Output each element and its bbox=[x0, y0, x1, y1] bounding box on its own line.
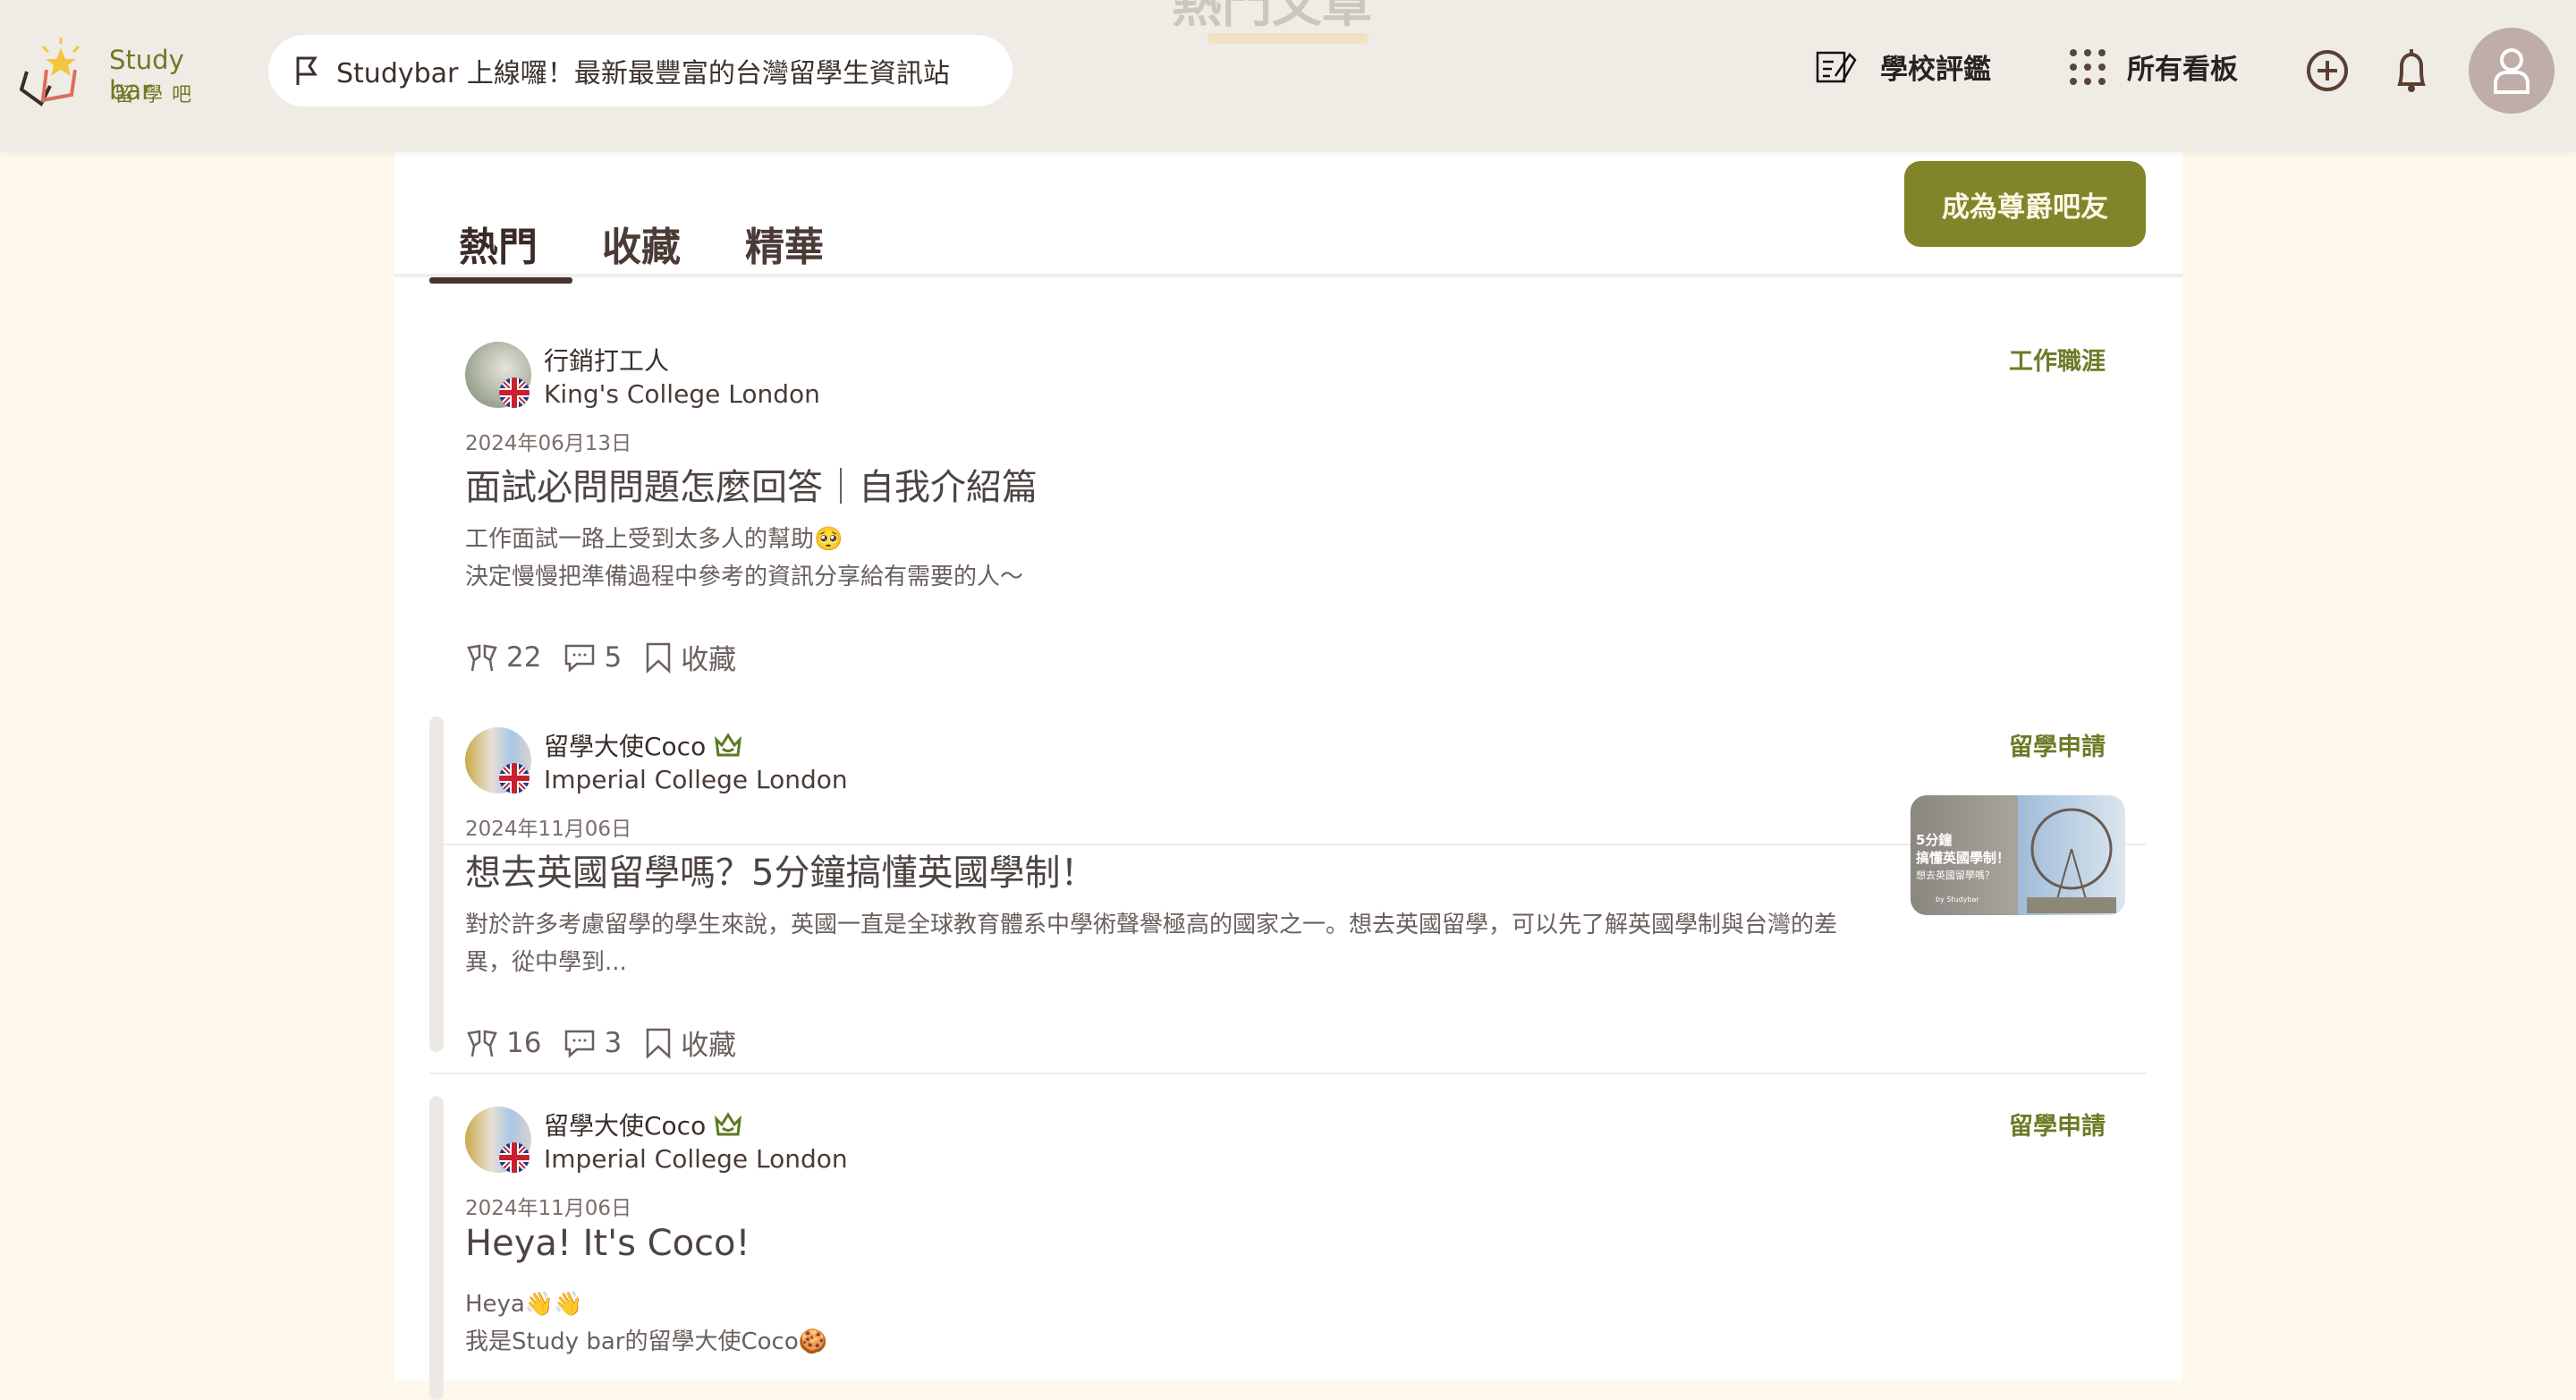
announcement-text: Studybar 上線囉！最新最豐富的台灣留學生資訊站 bbox=[336, 58, 950, 89]
author-name[interactable]: 行銷打工人 bbox=[544, 342, 669, 378]
post-thumbnail[interactable]: 5分鐘搞懂英國學制！ 想去英國留學嗎？ by Studybar bbox=[1911, 795, 2125, 915]
comment-icon bbox=[565, 644, 595, 673]
excerpt-line: 工作面試一路上受到太多人的幫助🥺 bbox=[465, 526, 843, 553]
post-highlight-bar bbox=[429, 1096, 444, 1400]
become-vip-button[interactable]: 成為尊爵吧友 bbox=[1904, 161, 2146, 247]
post-category-tag[interactable]: 留學申請 bbox=[2009, 727, 2106, 762]
tab-saved[interactable]: 收藏 bbox=[602, 215, 681, 272]
nav-school-review[interactable]: 學校評鑑 bbox=[1816, 47, 1991, 87]
logo-text-zh: 留學吧 bbox=[114, 84, 201, 106]
uk-flag-icon bbox=[499, 378, 530, 408]
post-date: 2024年11月06日 bbox=[465, 1197, 632, 1220]
author-school: King's College London bbox=[544, 379, 820, 409]
author-school: Imperial College London bbox=[544, 765, 848, 794]
author-name-text: 留學大使Coco bbox=[544, 732, 707, 761]
user-avatar[interactable] bbox=[2469, 28, 2555, 114]
comment-button[interactable]: 5 bbox=[563, 641, 622, 674]
uk-flag-icon bbox=[499, 763, 530, 793]
section-title: 熱門文章 bbox=[1172, 0, 1372, 34]
thumbnail-caption: 5分鐘搞懂英國學制！ 想去英國留學嗎？ bbox=[1916, 831, 2010, 885]
post-title[interactable]: 面試必問問題怎麼回答｜自我介紹篇 bbox=[465, 458, 1038, 510]
save-button[interactable]: 收藏 bbox=[643, 637, 736, 677]
crown-icon bbox=[715, 1112, 742, 1136]
save-label: 收藏 bbox=[681, 644, 737, 676]
cheers-button[interactable]: 22 bbox=[465, 641, 541, 674]
author-name[interactable]: 留學大使Coco bbox=[544, 1107, 742, 1142]
post-category-tag[interactable]: 留學申請 bbox=[2009, 1107, 2106, 1141]
cheers-icon bbox=[467, 644, 497, 671]
main-panel: 熱門 收藏 精華 成為尊爵吧友 行銷打工人 King's College Lon… bbox=[394, 152, 2182, 1400]
section-title-underline bbox=[1208, 33, 1368, 44]
grid-dots-icon bbox=[2070, 48, 2106, 85]
cheers-button[interactable]: 16 bbox=[465, 1027, 541, 1059]
logo-icon bbox=[19, 38, 80, 107]
post-title[interactable]: Heya! It's Coco! bbox=[465, 1223, 750, 1264]
post-excerpt: 對於許多考慮留學的學生來說，英國一直是全球教育體系中學術聲譽極高的國家之一。想去… bbox=[465, 912, 1838, 976]
like-count: 22 bbox=[506, 641, 542, 674]
thumbnail-line: 5分鐘 bbox=[1916, 832, 1953, 848]
post-highlight-bar bbox=[429, 717, 444, 1052]
post-date: 2024年06月13日 bbox=[465, 432, 632, 455]
flag-icon bbox=[296, 56, 318, 85]
save-button[interactable]: 收藏 bbox=[643, 1022, 736, 1063]
bell-icon[interactable] bbox=[2393, 47, 2430, 95]
nav-school-review-label: 學校評鑑 bbox=[1880, 54, 1991, 86]
nav-all-boards[interactable]: 所有看板 bbox=[2068, 47, 2238, 87]
post-excerpt: 工作面試一路上受到太多人的幫助🥺 決定慢慢把準備過程中參考的資訊分享給有需要的人～ bbox=[465, 521, 1878, 596]
tab-hot[interactable]: 熱門 bbox=[459, 215, 538, 272]
comment-icon bbox=[565, 1030, 595, 1058]
tab-featured[interactable]: 精華 bbox=[745, 215, 824, 272]
thumbnail-line: 搞懂英國學制！ bbox=[1916, 850, 2011, 866]
like-count: 16 bbox=[506, 1026, 542, 1059]
uk-flag-icon bbox=[499, 1142, 530, 1173]
post-actions: 16 3 收藏 bbox=[465, 1022, 758, 1063]
post-date: 2024年11月06日 bbox=[465, 818, 632, 841]
comment-count: 5 bbox=[604, 641, 623, 674]
save-label: 收藏 bbox=[681, 1030, 737, 1062]
cheers-icon bbox=[467, 1030, 497, 1056]
logo[interactable]: Study bar 留學吧 bbox=[19, 36, 234, 111]
thumbnail-line: 想去英國留學嗎？ bbox=[1916, 870, 1995, 881]
add-circle-icon[interactable] bbox=[2306, 47, 2349, 95]
comment-button[interactable]: 3 bbox=[563, 1027, 622, 1059]
post-card[interactable]: 留學大使Coco Imperial College London 留學申請 20… bbox=[429, 717, 2147, 1074]
post-category-tag[interactable]: 工作職涯 bbox=[2009, 342, 2106, 377]
post-actions: 22 5 收藏 bbox=[465, 637, 758, 677]
thumbnail-credit: by Studybar bbox=[1936, 895, 1979, 904]
post-card[interactable]: 行銷打工人 King's College London 工作職涯 2024年06… bbox=[429, 342, 2147, 845]
top-header: 熱門文章 Study bar 留學吧 Studybar 上線囉！最新最豐富的台灣… bbox=[0, 0, 2576, 152]
announcement-bar[interactable]: Studybar 上線囉！最新最豐富的台灣留學生資訊站 bbox=[268, 35, 1013, 106]
active-tab-indicator bbox=[429, 277, 572, 284]
excerpt-line: 決定慢慢把準備過程中參考的資訊分享給有需要的人～ bbox=[465, 564, 1024, 590]
comment-count: 3 bbox=[604, 1026, 623, 1059]
school-review-icon bbox=[1816, 51, 1857, 82]
bookmark-icon bbox=[646, 1028, 671, 1059]
post-excerpt: Heya👋👋 我是Study bar的留學大使Coco🍪 bbox=[465, 1285, 1878, 1361]
author-name-text: 留學大使Coco bbox=[544, 1111, 707, 1141]
author-school: Imperial College London bbox=[544, 1144, 848, 1174]
user-avatar-icon bbox=[2494, 48, 2529, 94]
post-card[interactable]: 留學大使Coco Imperial College London 留學申請 20… bbox=[429, 1096, 2147, 1400]
author-name[interactable]: 留學大使Coco bbox=[544, 727, 742, 763]
ferris-wheel-image bbox=[2027, 808, 2116, 913]
excerpt-line: 我是Study bar的留學大使Coco🍪 bbox=[465, 1328, 828, 1355]
post-title[interactable]: 想去英國留學嗎？5分鐘搞懂英國學制！ bbox=[465, 844, 1096, 895]
post-divider bbox=[429, 1073, 2147, 1074]
nav-all-boards-label: 所有看板 bbox=[2127, 54, 2238, 86]
author-name-text: 行銷打工人 bbox=[544, 346, 670, 376]
bookmark-icon bbox=[646, 642, 671, 674]
crown-icon bbox=[715, 733, 742, 757]
excerpt-line: Heya👋👋 bbox=[465, 1291, 583, 1318]
